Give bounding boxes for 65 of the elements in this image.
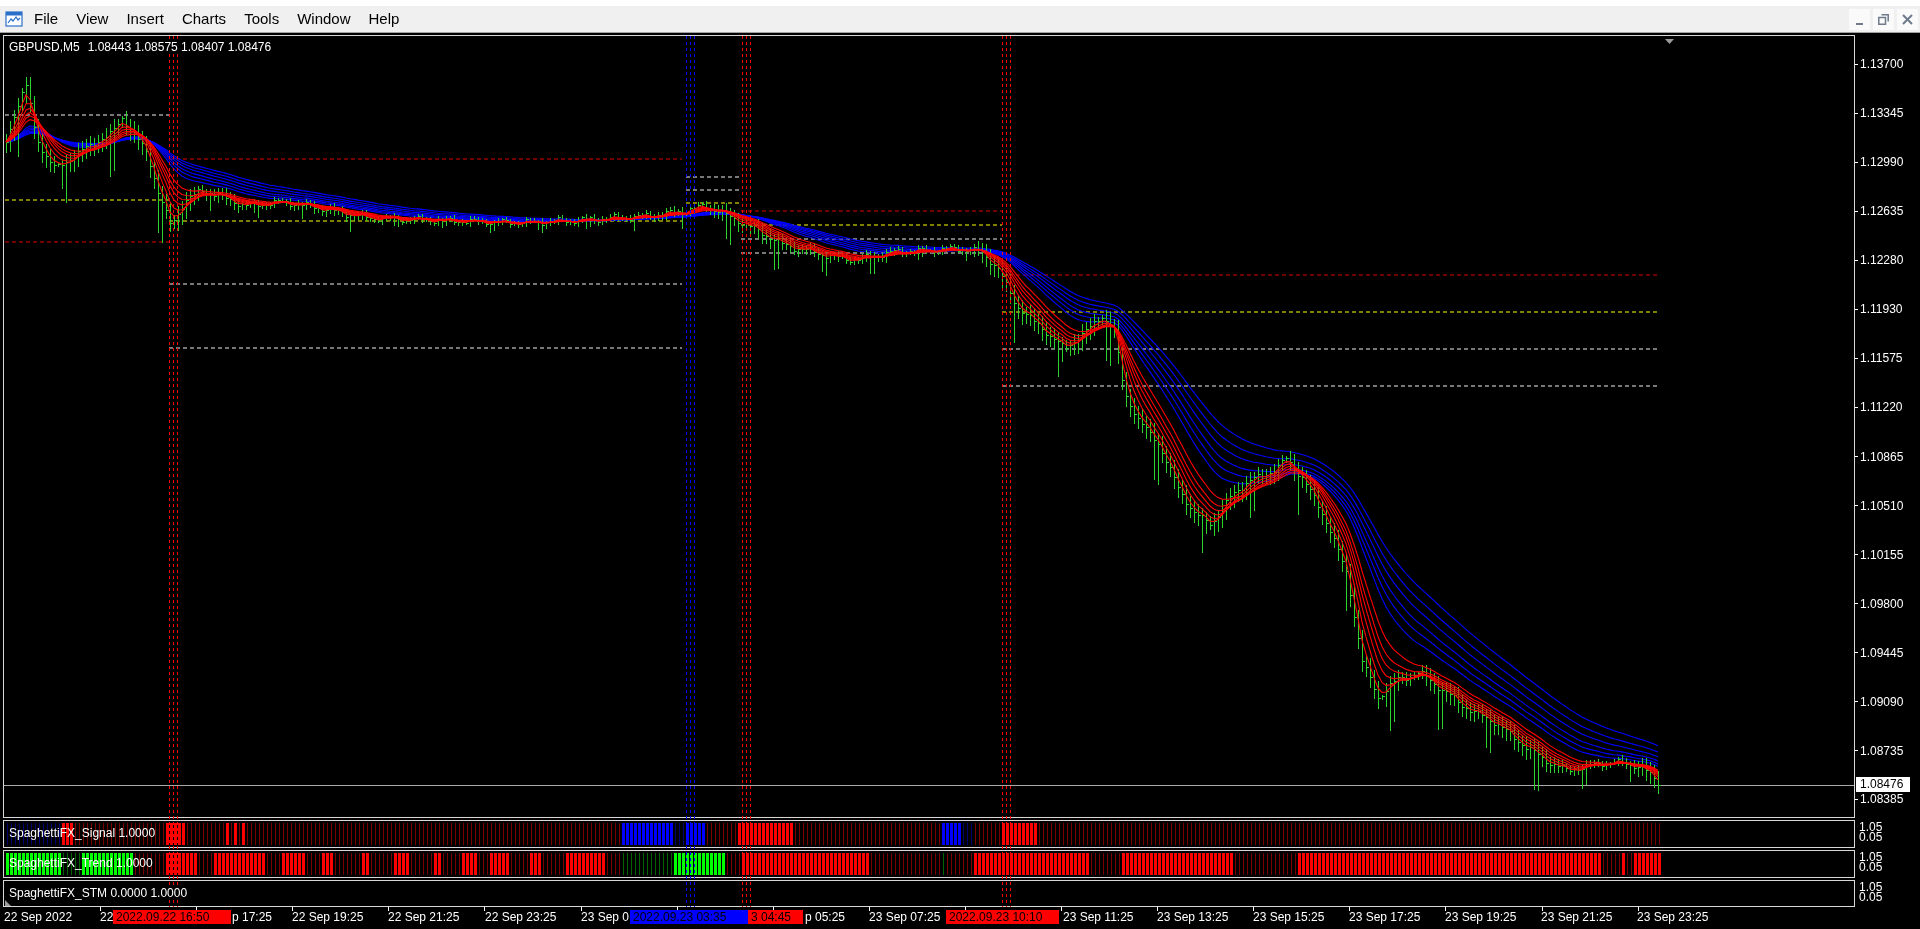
time-label: 23 Sep 13:25 [1157,910,1229,925]
price-label: 1.08735 [1860,743,1904,758]
time-label: p 17:25 [232,910,273,925]
time-label: 23 Sep 19:25 [1445,910,1517,925]
menu-item[interactable]: Help [359,8,409,30]
level-line [685,189,742,191]
time-label: 22 Sep 2022 [4,910,73,925]
minimize-button[interactable] [1849,8,1870,30]
restore-icon [1878,13,1889,25]
price-label: 1.08385 [1860,792,1904,806]
restore-button[interactable] [1873,8,1894,30]
time-label: 23 Sep 17:25 [1349,910,1421,925]
scale-label: 0.05 [1859,862,1884,872]
price-label: 1.10510 [1860,498,1904,513]
price-label: 1.09800 [1860,596,1904,611]
level-line [685,202,742,204]
price-label: 1.12990 [1860,155,1904,170]
price-label: 1.09090 [1860,694,1904,709]
menu-item[interactable]: Charts [172,8,236,30]
time-label: 22 Sep 19:25 [292,910,364,925]
time-marker-label: 2022.09.22 16:50 [113,910,231,924]
scale-label: 0.05 [1859,832,1884,842]
chart-symbol: GBPUSD,M5 [9,40,80,54]
minimize-icon [1856,22,1863,25]
ohlc-quote: 1.08443 1.08575 1.08407 1.08476 [87,40,272,54]
scale-label: 1.05 [1859,822,1884,832]
time-label: 23 Sep 23:25 [1637,910,1709,925]
menu-item[interactable]: Window [288,8,360,30]
menu-item[interactable]: View [67,8,118,30]
time-label: 22 Sep 21:25 [388,910,460,925]
price-label: 1.10865 [1860,449,1904,464]
time-label: 23 Sep 07:25 [869,910,941,925]
time-marker-label: 3 04:45 [748,910,803,924]
menu-item[interactable]: File [25,8,68,30]
current-price-label: 1.08476 [1856,777,1911,792]
price-label: 1.13700 [1860,57,1904,72]
menu-item[interactable]: Tools [235,8,289,30]
price-label: 1.11220 [1860,400,1903,415]
price-label: 1.11930 [1860,302,1903,317]
triangle-icon [5,900,11,906]
time-label: 23 Sep 0 [581,910,630,925]
indicator-label: SpaghettiFX_STM 0.0000 1.0000 [9,886,188,900]
scale-label: 0.05 [1859,892,1884,902]
time-marker-label: 2022.09.23 10:10 [946,910,1059,924]
price-label: 1.10155 [1860,547,1904,562]
time-label: 22 Sep 23:25 [485,910,557,925]
time-label: 23 Sep 15:25 [1253,910,1325,925]
close-button[interactable] [1897,8,1918,30]
price-label: 1.11575 [1860,351,1903,366]
price-label: 1.12280 [1860,253,1904,268]
level-line [685,176,742,178]
price-label: 1.13345 [1860,106,1904,121]
scale-label: 1.05 [1859,882,1884,892]
time-label: 22 [100,910,114,925]
price-label: 1.09445 [1860,645,1904,660]
triangle-icon[interactable] [1665,39,1674,44]
price-label: 1.12635 [1860,204,1904,219]
time-label: 23 Sep 21:25 [1541,910,1613,925]
menu-item[interactable]: Insert [117,8,173,30]
scale-label: 1.05 [1859,852,1884,862]
time-label: p 05:25 [805,910,846,925]
time-marker-label: 2022.09.23 03:35 [630,910,748,924]
close-icon [1902,13,1913,25]
time-label: 23 Sep 11:25 [1063,910,1134,925]
app-icon [5,10,23,28]
